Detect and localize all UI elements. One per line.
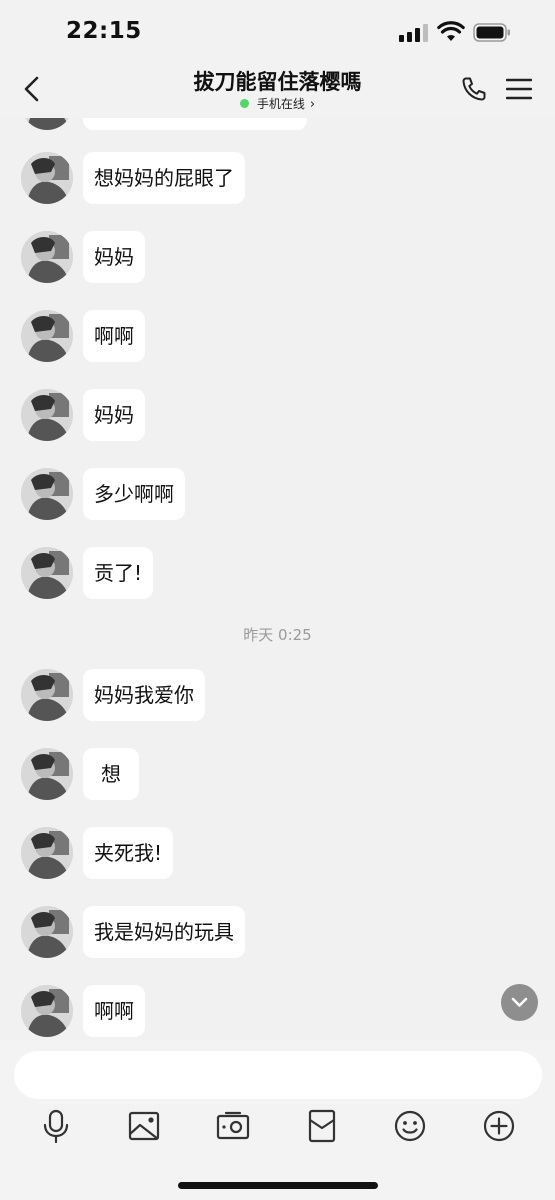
message-row: 贡了!	[0, 547, 555, 603]
message-row: 妈妈我爱你	[0, 669, 555, 725]
message-bubble[interactable]: 啊啊	[83, 310, 145, 362]
online-dot-icon	[239, 99, 249, 108]
chat-header: 拔刀能留住落樱嗎 手机在线 ›	[0, 62, 555, 118]
camera-icon[interactable]	[215, 1108, 251, 1144]
status-time: 22:15	[66, 18, 142, 44]
chevron-down-icon	[511, 997, 528, 1007]
message-bubble[interactable]: 夹死我!	[83, 827, 174, 879]
status-bar: 22:15	[0, 0, 555, 62]
message-row-partial	[0, 118, 555, 134]
menu-button[interactable]	[506, 78, 532, 100]
avatar[interactable]	[21, 827, 73, 879]
avatar[interactable]	[21, 985, 73, 1037]
avatar[interactable]	[21, 906, 73, 958]
wifi-icon	[437, 21, 465, 41]
message-row: 夹死我!	[0, 827, 555, 883]
avatar[interactable]	[21, 748, 73, 800]
message-list[interactable]: 想妈妈的屁眼了 妈妈 啊啊 妈妈 多少啊啊 贡了! 昨天 0:25 妈妈我爱你 …	[0, 118, 555, 1040]
avatar[interactable]	[21, 231, 73, 283]
message-bubble[interactable]: 啊啊	[83, 985, 145, 1037]
avatar[interactable]	[21, 118, 73, 130]
message-timestamp: 昨天 0:25	[243, 626, 312, 644]
message-input[interactable]	[14, 1051, 542, 1099]
avatar[interactable]	[21, 468, 73, 520]
message-row: 啊啊	[0, 985, 555, 1040]
message-row: 多少啊啊	[0, 468, 555, 524]
message-bubble[interactable]: 妈妈	[83, 389, 145, 441]
phone-call-button[interactable]	[461, 76, 487, 102]
avatar[interactable]	[21, 389, 73, 441]
online-status-label: 手机在线	[256, 97, 305, 111]
battery-icon	[473, 23, 510, 42]
home-indicator	[178, 1182, 378, 1189]
message-row: 妈妈	[0, 231, 555, 287]
message-bubble[interactable]: 贡了!	[83, 547, 154, 599]
avatar[interactable]	[21, 669, 73, 721]
plus-icon[interactable]	[481, 1108, 517, 1144]
message-row: 想	[0, 748, 555, 804]
signal-icon	[399, 24, 429, 42]
message-bubble[interactable]: 想妈妈的屁眼了	[83, 152, 245, 204]
red-packet-icon[interactable]	[304, 1108, 340, 1144]
avatar[interactable]	[21, 547, 73, 599]
message-row: 妈妈	[0, 389, 555, 445]
message-row: 我是妈妈的玩具	[0, 906, 555, 962]
scroll-to-bottom-button[interactable]	[501, 984, 538, 1021]
chevron-right-icon: ›	[309, 97, 316, 112]
avatar[interactable]	[21, 310, 73, 362]
microphone-icon[interactable]	[38, 1108, 74, 1144]
message-bubble[interactable]: 多少啊啊	[83, 468, 185, 520]
message-bubble[interactable]	[83, 118, 307, 130]
message-row: 啊啊	[0, 310, 555, 366]
avatar[interactable]	[21, 152, 73, 204]
input-area	[0, 1040, 555, 1200]
message-row: 想妈妈的屁眼了	[0, 152, 555, 208]
message-bubble[interactable]: 我是妈妈的玩具	[83, 906, 245, 958]
message-bubble[interactable]: 妈妈	[83, 231, 145, 283]
emoji-icon[interactable]	[392, 1108, 428, 1144]
message-bubble[interactable]: 想	[83, 748, 139, 800]
image-icon[interactable]	[126, 1108, 162, 1144]
message-bubble[interactable]: 妈妈我爱你	[83, 669, 205, 721]
